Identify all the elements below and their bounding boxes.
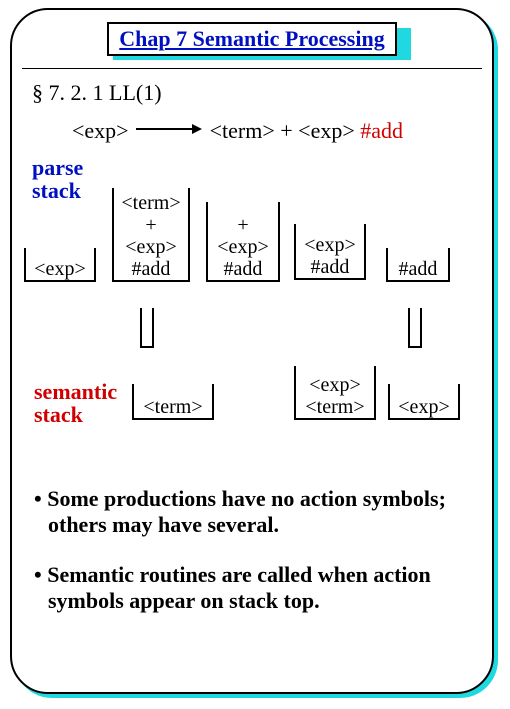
- semantic-stack-2: <term>: [132, 384, 214, 420]
- slide-content: Chap 7 Semantic Processing § 7. 2. 1 LL(…: [10, 8, 494, 694]
- stack-cell: #add: [114, 258, 188, 280]
- title-area: Chap 7 Semantic Processing: [10, 22, 494, 56]
- slide-title: Chap 7 Semantic Processing: [107, 22, 396, 56]
- stack-cell: <exp>: [26, 258, 94, 280]
- stack-cell: #add: [388, 258, 448, 280]
- stack-cell: #add: [208, 258, 278, 280]
- stack-cell: +: [114, 214, 188, 236]
- prod-plus: +: [280, 118, 292, 143]
- section-heading: § 7. 2. 1 LL(1): [32, 80, 162, 106]
- stack-cell: <term>: [296, 396, 374, 418]
- parse-stack-label: parse stack: [32, 156, 83, 202]
- parse-label-l1: parse: [32, 155, 83, 180]
- parse-stack-1: <exp>: [24, 248, 96, 282]
- parse-stack-5: #add: [386, 248, 450, 282]
- stack-spacer: [140, 308, 154, 348]
- stack-cell: <term>: [114, 192, 188, 214]
- bullet-text: Some productions have no action symbols;…: [47, 486, 446, 537]
- stack-cell: <exp>: [208, 236, 278, 258]
- sem-label-l1: semantic: [34, 379, 117, 404]
- stack-cell: <term>: [134, 396, 212, 418]
- prod-rhs-action: #add: [360, 118, 403, 143]
- production-row: <exp> <term> + <exp> #add: [72, 118, 403, 144]
- semantic-stack-label: semantic stack: [34, 380, 117, 426]
- stack-cell: #add: [296, 256, 364, 278]
- prod-rhs-exp: <exp>: [298, 118, 355, 143]
- stack-cell: <exp>: [296, 234, 364, 256]
- prod-rhs-term: <term>: [210, 118, 275, 143]
- sem-label-l2: stack: [34, 402, 83, 427]
- bullet-item: • Some productions have no action symbol…: [28, 486, 488, 538]
- semantic-stack-3: <exp> <term>: [294, 366, 376, 420]
- arrow-icon: [134, 121, 204, 137]
- stack-cell: +: [208, 214, 278, 236]
- parse-stack-4: <exp> #add: [294, 224, 366, 280]
- semantic-stack-4: <exp>: [388, 384, 460, 420]
- stack-spacer: [408, 308, 422, 348]
- stack-cell: <exp>: [114, 236, 188, 258]
- slide-page: Chap 7 Semantic Processing § 7. 2. 1 LL(…: [0, 0, 510, 709]
- bullet-text: Semantic routines are called when action…: [47, 562, 431, 613]
- parse-stack-3: + <exp> #add: [206, 202, 280, 282]
- prod-lhs: <exp>: [72, 118, 129, 143]
- parse-label-l2: stack: [32, 178, 81, 203]
- stack-cell: <exp>: [296, 374, 374, 396]
- parse-stack-2: <term> + <exp> #add: [112, 188, 190, 282]
- divider: [22, 68, 482, 69]
- stack-cell: <exp>: [390, 396, 458, 418]
- bullet-list: • Some productions have no action symbol…: [28, 486, 488, 638]
- bullet-item: • Semantic routines are called when acti…: [28, 562, 488, 614]
